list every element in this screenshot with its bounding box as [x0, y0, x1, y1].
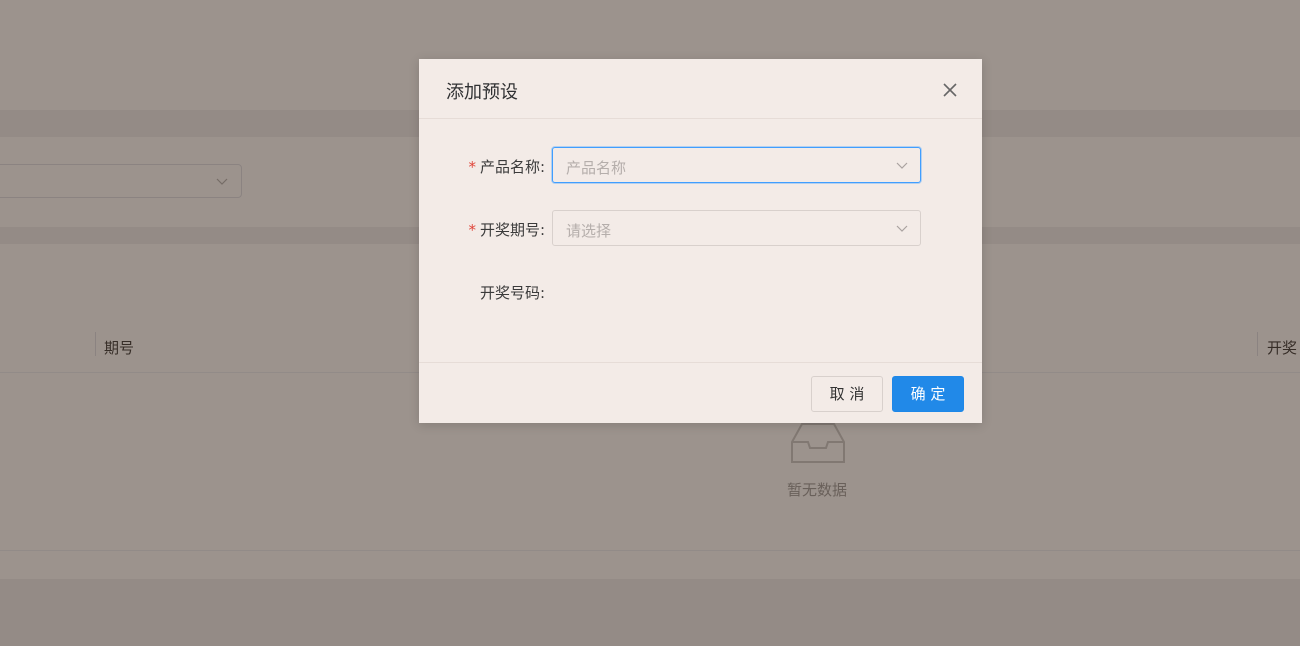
chevron-down-icon	[896, 162, 908, 169]
close-icon[interactable]	[939, 79, 961, 101]
dialog-header: 添加预设	[419, 59, 982, 119]
confirm-button[interactable]: 确 定	[892, 376, 964, 412]
page: 期号 开奖 暂无数据 添加预设 *产品名称: 产品名称	[0, 0, 1300, 646]
form-row-number: 开奖号码:	[419, 273, 982, 309]
dialog-title: 添加预设	[446, 82, 518, 103]
form-row-period: * 开奖期号: 请选择	[419, 210, 982, 246]
form-row-product: * 产品名称: 产品名称	[419, 147, 982, 183]
product-name-placeholder: 产品名称	[566, 159, 627, 177]
form-label-product: * 产品名称:	[468, 158, 545, 176]
cancel-button[interactable]: 取 消	[811, 376, 883, 412]
chevron-down-icon	[896, 225, 908, 232]
required-mark: *	[468, 221, 476, 239]
form-label-number: 开奖号码:	[479, 284, 545, 302]
draw-period-select[interactable]: 请选择	[552, 210, 921, 246]
draw-period-placeholder: 请选择	[566, 222, 612, 240]
dialog-footer: 取 消 确 定	[419, 362, 982, 423]
product-name-select[interactable]: 产品名称	[552, 147, 921, 183]
form-label-period: * 开奖期号:	[468, 221, 545, 239]
add-preset-dialog: 添加预设 * 产品名称: 产品名称 * 开奖期号: 请选择 开奖号码: 取 消 …	[419, 59, 982, 423]
required-mark: *	[468, 158, 476, 176]
